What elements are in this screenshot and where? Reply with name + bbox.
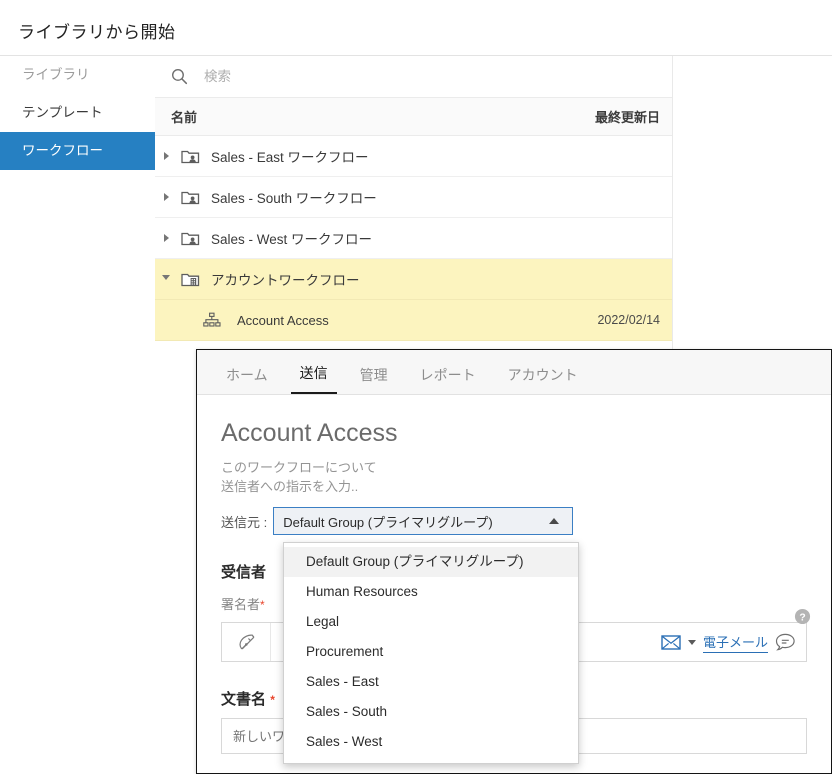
- dropdown-option-sales-west[interactable]: Sales - West: [284, 727, 578, 757]
- workflow-heading: Account Access: [221, 419, 398, 447]
- folder-user-icon: [177, 230, 203, 246]
- speech-bubble-icon[interactable]: [775, 633, 796, 652]
- pen-nib-icon[interactable]: [222, 623, 271, 661]
- folder-building-icon: [177, 271, 203, 287]
- tree-item-label: Sales - East ワークフロー: [211, 150, 369, 165]
- table-row[interactable]: Sales - East ワークフロー: [155, 136, 672, 177]
- required-mark: *: [270, 693, 275, 707]
- folder-user-icon: [177, 148, 203, 164]
- required-mark: *: [260, 598, 265, 612]
- dropdown-option-default-group[interactable]: Default Group (プライマリグループ): [284, 547, 578, 577]
- search-bar[interactable]: [155, 56, 672, 98]
- sender-dropdown-list[interactable]: Default Group (プライマリグループ) Human Resource…: [283, 542, 579, 764]
- workflow-node-icon: [199, 312, 225, 328]
- delivery-method-group[interactable]: 電子メール: [661, 632, 806, 653]
- tree-item-label: Sales - South ワークフロー: [211, 191, 377, 206]
- envelope-icon[interactable]: [661, 634, 681, 650]
- workflow-description-line-2: 送信者への指示を入力..: [221, 479, 359, 494]
- svg-text:?: ?: [799, 612, 805, 623]
- chevron-down-icon[interactable]: [687, 639, 696, 645]
- table-row[interactable]: Sales - South ワークフロー: [155, 177, 672, 218]
- dropdown-option-sales-east[interactable]: Sales - East: [284, 667, 578, 697]
- expand-toggle[interactable]: [155, 234, 177, 242]
- document-name-title-text: 文書名: [221, 691, 267, 708]
- dropdown-option-human-resources[interactable]: Human Resources: [284, 577, 578, 607]
- expand-toggle[interactable]: [155, 193, 177, 201]
- expand-toggle[interactable]: [155, 152, 177, 160]
- signer-label-text: 署名者: [221, 597, 261, 612]
- tab-reports[interactable]: レポート: [411, 365, 485, 394]
- dropdown-option-legal[interactable]: Legal: [284, 607, 578, 637]
- column-header-name: 名前: [171, 110, 198, 125]
- delivery-method-label[interactable]: 電子メール: [702, 632, 768, 653]
- folder-user-icon: [177, 189, 203, 205]
- page-title: ライブラリから開始: [18, 23, 176, 42]
- chevron-right-icon: [163, 152, 169, 160]
- chevron-up-icon: [549, 518, 560, 524]
- column-header-last-modified: 最終更新日: [594, 110, 660, 125]
- tab-send[interactable]: 送信: [290, 363, 337, 394]
- search-input[interactable]: [202, 68, 586, 85]
- sender-select[interactable]: Default Group (プライマリグループ): [273, 507, 574, 535]
- sidebar-item-library[interactable]: ライブラリ: [0, 56, 155, 94]
- collapse-toggle[interactable]: [155, 274, 177, 284]
- tree-column-headers: 名前 最終更新日: [155, 98, 672, 136]
- sender-row: 送信元 : Default Group (プライマリグループ): [221, 507, 807, 535]
- chevron-right-icon: [163, 234, 169, 242]
- library-sidebar: ライブラリ テンプレート ワークフロー: [0, 56, 156, 556]
- table-row[interactable]: アカウントワークフロー: [155, 259, 672, 300]
- sender-label: 送信元 :: [221, 514, 268, 530]
- tab-home[interactable]: ホーム: [217, 365, 277, 394]
- chevron-right-icon: [163, 193, 169, 201]
- table-row[interactable]: Account Access 2022/02/14: [155, 300, 672, 341]
- tab-manage[interactable]: 管理: [351, 365, 397, 394]
- sender-selected-value: Default Group (プライマリグループ): [283, 514, 493, 530]
- dropdown-option-sales-south[interactable]: Sales - South: [284, 697, 578, 727]
- tree-item-label: Account Access: [237, 312, 329, 328]
- tree-item-label: アカウントワークフロー: [211, 273, 360, 288]
- tree-item-label: Sales - West ワークフロー: [211, 232, 373, 247]
- chevron-down-icon: [162, 274, 170, 284]
- workflow-description-line-1: このワークフローについて: [221, 460, 377, 475]
- dropdown-option-procurement[interactable]: Procurement: [284, 637, 578, 667]
- tab-account[interactable]: アカウント: [499, 365, 587, 394]
- search-icon: [172, 69, 188, 85]
- tab-bar: ホーム 送信 管理 レポート アカウント: [197, 350, 831, 395]
- sidebar-item-templates[interactable]: テンプレート: [0, 94, 155, 132]
- help-circle-icon[interactable]: ?: [794, 608, 811, 625]
- table-row[interactable]: Sales - West ワークフロー: [155, 218, 672, 259]
- tree-item-date: 2022/02/14: [597, 313, 660, 327]
- sidebar-item-workflows[interactable]: ワークフロー: [0, 132, 155, 170]
